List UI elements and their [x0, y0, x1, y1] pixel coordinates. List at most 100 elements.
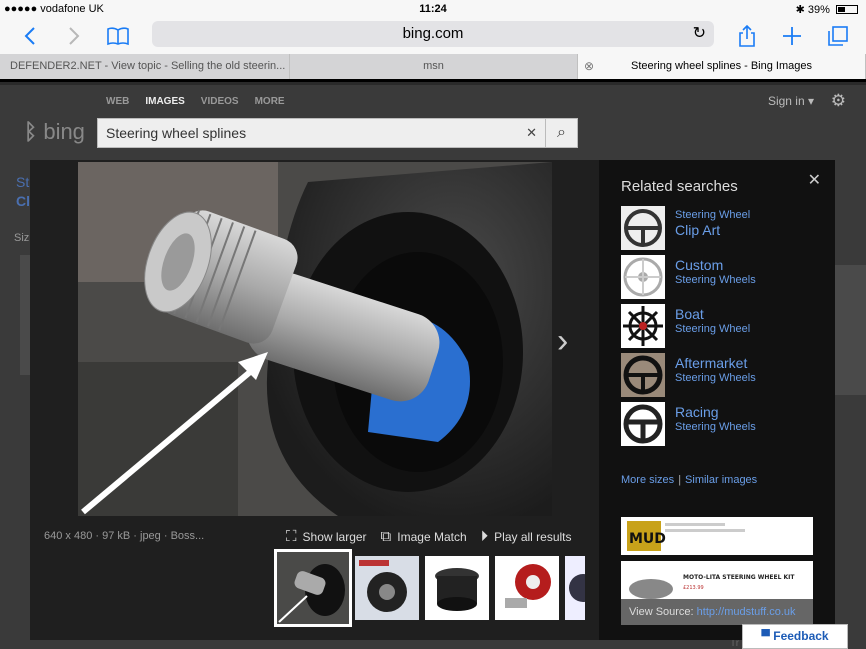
- battery-percent: 39%: [807, 4, 830, 16]
- tab-bar: DEFENDER2.NET - View topic - Selling the…: [0, 54, 866, 82]
- back-button[interactable]: [16, 22, 44, 50]
- battery-icon: [836, 5, 858, 14]
- related-item-aftermarket[interactable]: Aftermarket Steering Wheels: [621, 353, 821, 397]
- clear-icon[interactable]: ✕: [526, 119, 537, 147]
- viewer-actions: ⛶ Show larger ⧉ Image Match ⏵ Play all r…: [286, 528, 572, 545]
- status-bar: ●●●●● vodafone UK 11:24 ✱ 39%: [0, 0, 866, 18]
- plus-icon: [783, 27, 801, 45]
- related-title: Related searches: [621, 178, 738, 195]
- bing-nav: WEB IMAGES VIDEOS MORE: [106, 96, 285, 107]
- similar-images-link[interactable]: Similar images: [685, 474, 757, 486]
- new-tab-button[interactable]: [778, 22, 806, 50]
- bg-image-edge: [20, 255, 30, 375]
- source-product-price: £213.99: [683, 585, 704, 591]
- thumbnail-3[interactable]: [425, 556, 489, 620]
- image-match-button[interactable]: ⧉ Image Match: [381, 528, 467, 545]
- related-item-racing[interactable]: Racing Steering Wheels: [621, 402, 821, 446]
- image-meta: 640 x 480 · 97 kB · jpeg · Boss...: [44, 530, 205, 542]
- show-larger-label: Show larger: [302, 529, 367, 544]
- share-button[interactable]: [733, 22, 761, 50]
- source-logo: MUD: [629, 531, 666, 547]
- chevron-left-icon: [24, 27, 35, 45]
- steering-wheel-icon: [621, 402, 665, 446]
- source-preview[interactable]: MUD MOTO-LITA STEERING WHEEL KIT £213.99…: [621, 517, 813, 625]
- thumbnail-4[interactable]: [495, 556, 559, 620]
- bg-result-title: St: [16, 174, 30, 190]
- feedback-icon: ▀: [761, 629, 770, 643]
- bing-logo-text: bing: [43, 119, 85, 144]
- related-item-custom[interactable]: Custom Steering Wheels: [621, 255, 821, 299]
- steering-wheel-icon: [621, 206, 665, 250]
- thumb-spline-image: [277, 552, 349, 624]
- nav-images[interactable]: IMAGES: [145, 96, 184, 107]
- more-sizes-link[interactable]: More sizes: [621, 474, 674, 486]
- bing-logo[interactable]: ᛒ bing: [24, 119, 85, 145]
- view-source-label: View Source:: [629, 606, 694, 618]
- reload-icon[interactable]: ↻: [693, 21, 706, 47]
- nav-more[interactable]: MORE: [255, 96, 285, 107]
- related-searches-panel: Related searches ✕ Steering Wheel Clip A…: [599, 160, 835, 640]
- close-icon[interactable]: ✕: [808, 170, 821, 190]
- related-text: Racing Steering Wheels: [675, 404, 756, 433]
- gear-icon[interactable]: ⚙: [831, 91, 846, 111]
- main-image[interactable]: [78, 162, 552, 516]
- feedback-button[interactable]: ▀ Feedback: [742, 624, 848, 649]
- steering-wheel-icon: [621, 353, 665, 397]
- related-thumb-racing: [621, 402, 665, 446]
- battery-status: ✱ 39%: [796, 3, 858, 16]
- tab-bing-images[interactable]: ⊗ Steering wheel splines - Bing Images: [578, 54, 866, 79]
- thumbnail-5-partial[interactable]: [565, 556, 585, 620]
- thumb-partial-image: [565, 556, 585, 620]
- tab-defender2[interactable]: DEFENDER2.NET - View topic - Selling the…: [0, 54, 290, 79]
- sign-in-link[interactable]: Sign in ▾: [768, 94, 814, 108]
- bg-result-subtitle: Cl: [16, 193, 30, 209]
- forward-button[interactable]: [60, 22, 88, 50]
- expand-icon: ⛶: [286, 528, 297, 545]
- show-larger-button[interactable]: ⛶ Show larger: [286, 528, 367, 545]
- related-text: Custom Steering Wheels: [675, 257, 756, 286]
- book-icon: [107, 27, 129, 46]
- related-item-boat[interactable]: Boat Steering Wheel: [621, 304, 821, 348]
- next-image-chevron-icon[interactable]: ›: [557, 322, 568, 361]
- related-thumb-custom: [621, 255, 665, 299]
- thumb-hub-image: [425, 556, 489, 620]
- close-tab-icon[interactable]: ⊗: [584, 54, 594, 79]
- view-source-url[interactable]: http://mudstuff.co.uk: [697, 606, 796, 618]
- tab-msn[interactable]: msn: [290, 54, 578, 79]
- play-all-button[interactable]: ⏵ Play all results: [481, 528, 572, 545]
- share-icon: [739, 24, 755, 47]
- tabs-icon: [828, 26, 848, 46]
- thumbnail-2[interactable]: [355, 556, 419, 620]
- steering-spline-photo: [78, 162, 552, 516]
- search-icon[interactable]: ⌕: [545, 119, 577, 147]
- address-bar[interactable]: bing.com ↻: [152, 21, 714, 47]
- related-thumb-aftermarket: [621, 353, 665, 397]
- related-text: Boat Steering Wheel: [675, 306, 751, 335]
- bluetooth-icon: ✱: [795, 4, 805, 16]
- related-text: Aftermarket Steering Wheels: [675, 355, 756, 384]
- thumbnail-selected[interactable]: [274, 549, 352, 627]
- url-text: bing.com: [402, 25, 464, 42]
- search-input[interactable]: Steering wheel splines ✕ ⌕: [97, 118, 578, 148]
- boat-wheel-icon: [621, 304, 665, 348]
- bookmarks-button[interactable]: [104, 22, 132, 50]
- image-viewer: › 640 x 480 · 97 kB · jpeg · Boss... ⛶ S…: [30, 160, 835, 640]
- play-all-label: Play all results: [494, 529, 572, 544]
- tabs-overview-button[interactable]: [824, 22, 852, 50]
- thumbnail-strip: [274, 549, 585, 627]
- source-product-name: MOTO-LITA STEERING WHEEL KIT: [683, 574, 795, 581]
- nav-videos[interactable]: VIDEOS: [201, 96, 239, 107]
- browser-toolbar: bing.com ↻: [0, 18, 866, 54]
- view-source-bar[interactable]: View Source: http://mudstuff.co.uk: [621, 599, 813, 625]
- steering-wheel-icon: [621, 255, 665, 299]
- tab-label: Steering wheel splines - Bing Images: [631, 60, 812, 72]
- nav-web[interactable]: WEB: [106, 96, 129, 107]
- clock: 11:24: [419, 3, 447, 15]
- related-item-clip-art[interactable]: Steering Wheel Clip Art: [621, 206, 821, 250]
- feedback-label: Feedback: [773, 629, 829, 643]
- bg-size-label: Siz: [14, 232, 30, 244]
- thumb-red-boss-image: [495, 556, 559, 620]
- thumb-wheel-kit-image: [355, 556, 419, 620]
- bg-image-edge-right: [835, 265, 866, 395]
- related-links: More sizes | Similar images: [621, 474, 758, 486]
